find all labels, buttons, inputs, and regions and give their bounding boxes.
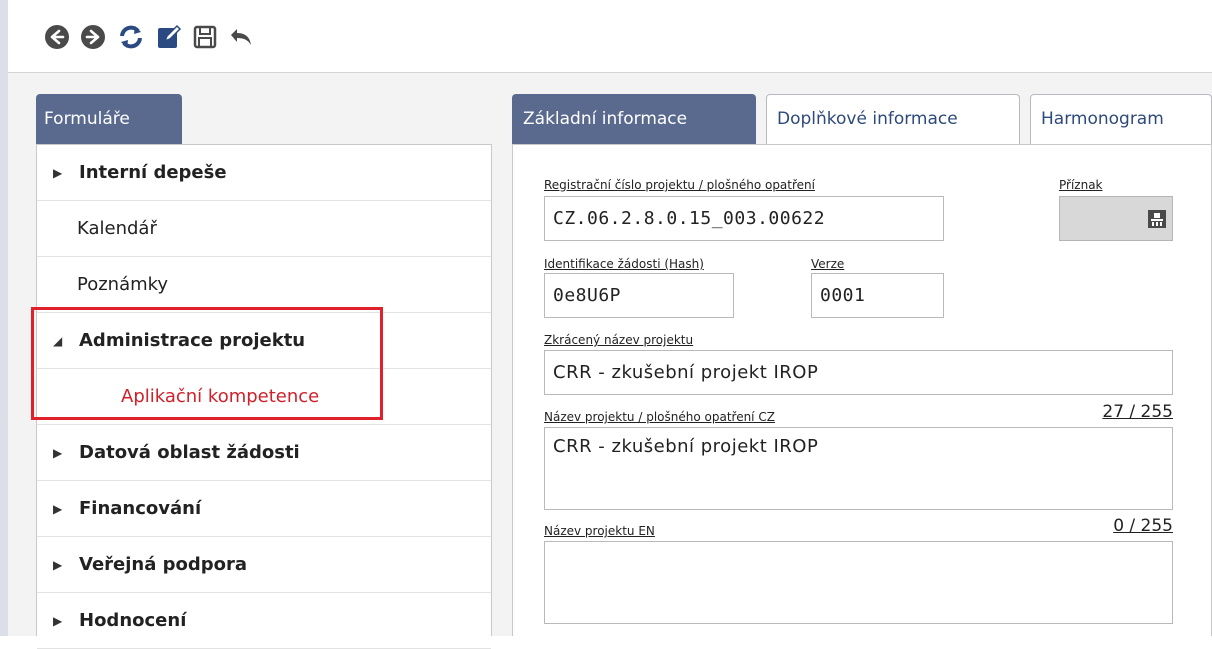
undo-icon xyxy=(231,29,251,45)
flag-picker-icon xyxy=(1148,210,1166,228)
expand-arrow-icon: ▶ xyxy=(53,557,63,572)
save-icon xyxy=(193,25,217,49)
version-label: Verze xyxy=(811,257,845,271)
sidebar-panel: ▶ Interní depeše Kalendář Poznámky ◢ Adm… xyxy=(36,144,492,649)
arrow-left-circle-icon xyxy=(45,25,69,49)
sidebar-item-poznamky[interactable]: Poznámky xyxy=(37,257,491,313)
sidebar-item-interni-depese[interactable]: ▶ Interní depeše xyxy=(37,145,491,201)
undo-button[interactable] xyxy=(226,22,256,52)
name-cz-char-counter: 27 / 255 xyxy=(1102,402,1173,422)
edit-button[interactable] xyxy=(154,22,184,52)
short-name-label: Zkrácený název projektu xyxy=(544,333,694,347)
sidebar-item-label: Hodnocení xyxy=(79,610,187,631)
refresh-icon xyxy=(120,25,142,49)
refresh-button[interactable] xyxy=(116,22,146,52)
name-en-char-counter: 0 / 255 xyxy=(1113,516,1173,536)
hash-field[interactable] xyxy=(544,273,734,318)
expand-arrow-icon: ▶ xyxy=(53,445,63,460)
tab-harmonogram[interactable]: Harmonogram xyxy=(1030,94,1212,144)
forward-button[interactable] xyxy=(78,22,108,52)
flag-field[interactable] xyxy=(1059,196,1173,241)
sidebar-item-financovani[interactable]: ▶ Financování xyxy=(37,481,491,537)
arrow-right-circle-icon xyxy=(81,25,105,49)
name-cz-label: Název projektu / plošného opatření CZ xyxy=(544,410,775,424)
sidebar-item-hodnoceni[interactable]: ▶ Hodnocení xyxy=(37,593,491,649)
hash-label: Identifikace žádosti (Hash) xyxy=(544,257,704,271)
sidebar-item-label: Kalendář xyxy=(77,218,157,239)
sidebar-tab-formulare[interactable]: Formuláře xyxy=(36,94,182,144)
short-name-field[interactable] xyxy=(544,350,1173,395)
name-cz-field[interactable]: CRR - zkušební projekt IROP xyxy=(544,427,1173,510)
save-button[interactable] xyxy=(190,22,220,52)
toolbar xyxy=(8,0,1212,72)
sidebar-item-datova-oblast-zadosti[interactable]: ▶ Datová oblast žádosti xyxy=(37,425,491,481)
back-button[interactable] xyxy=(42,22,72,52)
sidebar-item-label: Aplikační kompetence xyxy=(121,386,320,407)
name-en-field[interactable] xyxy=(544,541,1173,624)
tab-zakladni-informace[interactable]: Základní informace xyxy=(512,94,756,144)
sidebar-item-label: Financování xyxy=(79,498,202,519)
expand-arrow-icon: ▶ xyxy=(53,501,63,516)
sidebar-item-verejna-podpora[interactable]: ▶ Veřejná podpora xyxy=(37,537,491,593)
sidebar-item-label: Poznámky xyxy=(77,274,169,295)
sidebar-item-label: Veřejná podpora xyxy=(79,554,248,575)
sidebar-item-administrace-projektu[interactable]: ◢ Administrace projektu xyxy=(37,313,491,369)
edit-icon xyxy=(158,24,182,48)
version-field[interactable] xyxy=(811,273,944,318)
sidebar-item-label: Administrace projektu xyxy=(79,330,306,351)
sidebar-item-label: Datová oblast žádosti xyxy=(79,442,300,463)
left-edge-strip xyxy=(0,0,8,636)
tab-doplnkove-informace[interactable]: Doplňkové informace xyxy=(766,94,1020,144)
collapse-arrow-icon: ◢ xyxy=(53,333,63,348)
sidebar-item-label: Interní depeše xyxy=(79,162,227,183)
name-en-label: Název projektu EN xyxy=(544,524,655,538)
expand-arrow-icon: ▶ xyxy=(53,613,63,628)
flag-label: Příznak xyxy=(1059,178,1103,192)
reg-number-label: Registrační číslo projektu / plošného op… xyxy=(544,178,815,192)
sidebar-item-aplikacni-kompetence[interactable]: Aplikační kompetence xyxy=(37,369,491,425)
expand-arrow-icon: ▶ xyxy=(53,165,63,180)
reg-number-field[interactable] xyxy=(544,196,944,241)
sidebar-item-kalendar[interactable]: Kalendář xyxy=(37,201,491,257)
